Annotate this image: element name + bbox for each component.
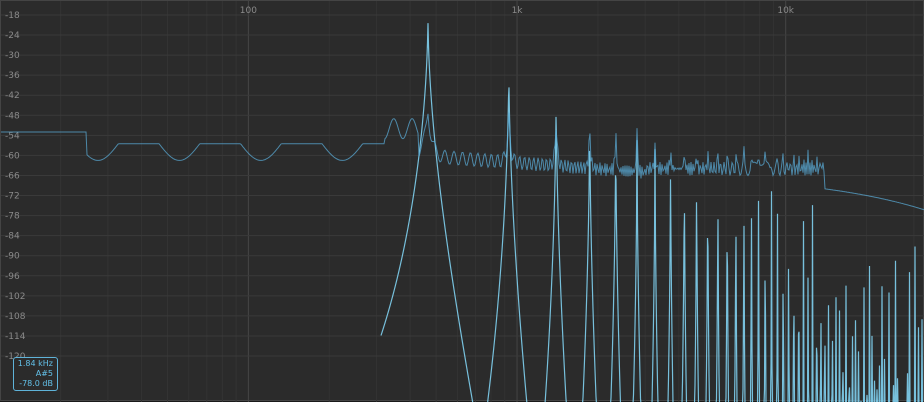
x-tick-label: 1k <box>512 6 524 16</box>
y-tick-label: -48 <box>5 111 20 121</box>
y-tick-label: -108 <box>5 312 26 322</box>
y-tick-label: -102 <box>5 292 25 302</box>
x-tick-label: 100 <box>240 6 257 16</box>
spectrum-plot[interactable]: -18 -24 -30 -36 -42 -48 -54 -60 -66 -72 -78 -84 -90 -… <box>1 1 924 402</box>
y-tick-label: -78 <box>5 212 20 222</box>
y-tick-label: -24 <box>5 31 20 41</box>
readout-level: -78.0 dB <box>19 379 53 388</box>
series-peaks <box>380 23 924 402</box>
y-tick-label: -84 <box>5 232 20 242</box>
y-tick-label: -54 <box>5 131 20 141</box>
readout-note: A#5 <box>35 369 53 378</box>
y-tick-label: -114 <box>5 332 26 342</box>
y-tick-label: -66 <box>5 171 20 181</box>
y-tick-label: -18 <box>5 11 20 21</box>
y-tick-label: -30 <box>5 51 20 61</box>
spectrum-analyzer[interactable]: -18 -24 -30 -36 -42 -48 -54 -60 -66 -72 -78 -84 -90 -… <box>0 0 924 402</box>
y-tick-label: -96 <box>5 272 20 282</box>
y-tick-label: -60 <box>5 151 20 161</box>
readout-frequency: 1.84 kHz <box>17 359 53 368</box>
cursor-readout: 1.84 kHz A#5 -78.0 dB <box>13 357 58 391</box>
y-tick-label: -90 <box>5 252 20 262</box>
y-tick-label: -72 <box>5 192 20 202</box>
x-tick-label: 10k <box>777 6 794 16</box>
y-tick-label: -36 <box>5 71 20 81</box>
y-tick-label: -42 <box>5 91 20 101</box>
